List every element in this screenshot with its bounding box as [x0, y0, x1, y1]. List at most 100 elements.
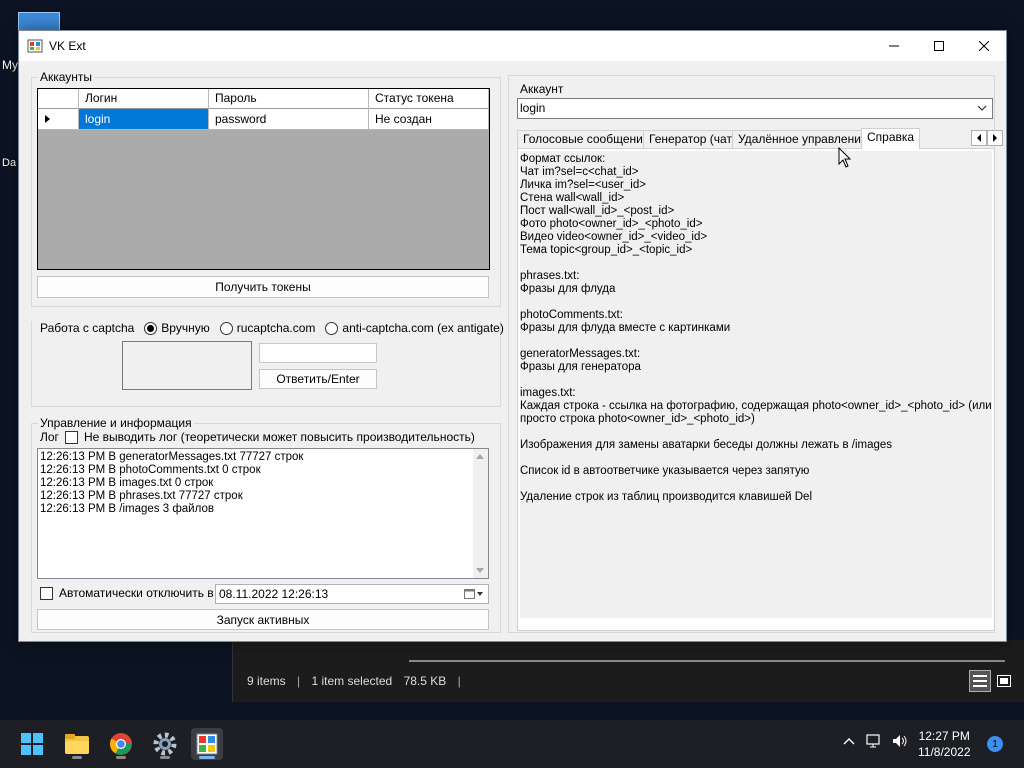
auto-off-row: Автоматически отключить в: [40, 586, 214, 600]
volume-icon[interactable]: [892, 734, 908, 748]
taskbar-vk-ext[interactable]: [191, 728, 223, 760]
captcha-mode-row: Работа с captcha Вручную rucaptcha.com a…: [40, 321, 504, 335]
clock-date: 11/8/2022: [918, 745, 971, 759]
app-icon: [27, 39, 43, 53]
log-options-row: Лог Не выводить лог (теоретически может …: [40, 430, 475, 444]
radio-anticaptcha-label[interactable]: anti-captcha.com (ex antigate): [342, 321, 503, 335]
row-header-corner: [38, 89, 79, 109]
tiles-view-icon[interactable]: [993, 670, 1015, 692]
minimize-button[interactable]: [871, 31, 917, 61]
captcha-image: [122, 341, 252, 390]
accounts-group-label: Аккаунты: [38, 70, 95, 84]
log-line: 12:26:13 PM В phrases.txt 77727 строк: [40, 490, 243, 502]
log-listbox[interactable]: 12:26:13 PM В generatorMessages.txt 7772…: [37, 448, 489, 579]
tab-voice-messages[interactable]: Голосовые сообщения: [517, 130, 656, 148]
cell-login[interactable]: login: [79, 109, 209, 130]
explorer-status-bar: 9 items | 1 item selected 78.5 KB |: [247, 674, 469, 688]
captcha-answer-input[interactable]: [259, 343, 377, 363]
details-view-icon[interactable]: [969, 670, 991, 692]
chrome-icon: [110, 733, 132, 755]
accounts-group: Аккаунты Логин Пароль Статус токена logi…: [31, 70, 501, 307]
auto-off-label[interactable]: Автоматически отключить в: [59, 586, 214, 600]
cell-password[interactable]: password: [209, 109, 369, 130]
radio-anticaptcha[interactable]: [325, 321, 339, 335]
radio-rucaptcha[interactable]: [219, 321, 233, 335]
vk-ext-app-icon: [196, 733, 218, 755]
selected-size: 78.5 KB: [403, 674, 447, 688]
maximize-icon: [934, 41, 944, 51]
calendar-dropdown-icon[interactable]: [462, 587, 486, 601]
running-indicator: [72, 756, 82, 759]
table-row[interactable]: login password Не создан: [38, 109, 489, 130]
get-tokens-button[interactable]: Получить токены: [37, 276, 489, 298]
vk-ext-window: VK Ext Аккаунты Логин Пароль Статус токе…: [18, 30, 1007, 642]
windows-logo-icon: [21, 733, 43, 755]
system-tray: [842, 734, 908, 748]
running-indicator: [116, 756, 126, 759]
no-log-checkbox[interactable]: [64, 430, 78, 444]
auto-off-checkbox[interactable]: [40, 586, 53, 600]
taskbar-clock[interactable]: 12:27 PM 11/8/2022: [918, 728, 971, 760]
control-group: Управление и информация Лог Не выводить …: [31, 416, 501, 633]
taskbar-file-explorer[interactable]: [61, 728, 93, 760]
row-selector[interactable]: [38, 109, 79, 130]
desktop-icon-label-2: Da: [2, 157, 17, 169]
run-active-button[interactable]: Запуск активных: [37, 609, 489, 630]
radio-manual[interactable]: [144, 321, 158, 335]
captcha-submit-button[interactable]: Ответить/Enter: [259, 369, 377, 389]
start-button[interactable]: [16, 728, 48, 760]
grid-header: Логин Пароль Статус токена: [38, 89, 489, 109]
taskbar-settings[interactable]: [149, 728, 181, 760]
chevron-down-icon: [977, 105, 987, 111]
auto-off-datetime-picker[interactable]: 08.11.2022 12:26:13: [215, 584, 489, 604]
column-header-password[interactable]: Пароль: [209, 89, 369, 109]
taskbar: 12:27 PM 11/8/2022 1: [0, 720, 1024, 768]
radio-rucaptcha-label[interactable]: rucaptcha.com: [237, 321, 316, 335]
clock-time: 12:27 PM: [918, 729, 970, 743]
log-label: Лог: [40, 430, 59, 444]
folder-icon: [65, 734, 89, 754]
column-header-login[interactable]: Логин: [79, 89, 209, 109]
row-pointer-icon: [45, 115, 50, 123]
tab-remote-control[interactable]: Удалённое управление: [732, 130, 874, 148]
window-title: VK Ext: [49, 39, 86, 53]
no-log-label[interactable]: Не выводить лог (теоретически может повы…: [84, 430, 475, 444]
control-group-label: Управление и информация: [38, 416, 194, 430]
scroll-down-icon[interactable]: [476, 568, 484, 573]
log-scrollbar[interactable]: [473, 449, 488, 578]
log-line: 12:26:13 PM В generatorMessages.txt 7772…: [40, 451, 304, 463]
captcha-label: Работа с captcha: [40, 321, 135, 335]
status-separator: |: [457, 674, 461, 688]
tab-scroll-left-icon[interactable]: [971, 130, 987, 146]
accounts-grid[interactable]: Логин Пароль Статус токена login passwor…: [37, 88, 490, 270]
gear-icon: [153, 732, 177, 756]
close-button[interactable]: [961, 31, 1007, 61]
chevron-up-icon[interactable]: [842, 734, 856, 748]
tab-scroll-right-icon[interactable]: [987, 130, 1003, 146]
taskbar-chrome[interactable]: [105, 728, 137, 760]
log-line: 12:26:13 PM В /images 3 файлов: [40, 503, 214, 515]
radio-manual-label[interactable]: Вручную: [161, 321, 209, 335]
minimize-icon: [889, 45, 899, 47]
account-select-value: login: [520, 101, 546, 115]
help-text: Формат ссылок: Чат im?sel=c<chat_id> Лич…: [520, 151, 992, 618]
cell-token-status[interactable]: Не создан: [369, 109, 489, 130]
maximize-button[interactable]: [916, 31, 962, 61]
explorer-scrollbar[interactable]: [409, 660, 1005, 662]
help-tab-page: Формат ссылок: Чат im?sel=c<chat_id> Лич…: [517, 148, 995, 631]
column-header-token-status[interactable]: Статус токена: [369, 89, 489, 109]
notification-badge[interactable]: 1: [987, 736, 1003, 752]
tab-generator-chat[interactable]: Генератор (чат): [643, 130, 742, 148]
title-bar[interactable]: VK Ext: [19, 31, 1006, 61]
scroll-up-icon[interactable]: [476, 454, 484, 459]
captcha-group: Работа с captcha Вручную rucaptcha.com a…: [31, 321, 504, 407]
desktop-icon-label: My: [2, 58, 18, 72]
account-label: Аккаунт: [520, 82, 564, 96]
desktop-icon[interactable]: [18, 12, 60, 32]
close-icon: [979, 41, 989, 51]
network-icon[interactable]: [866, 734, 882, 748]
tab-help[interactable]: Справка: [861, 128, 921, 149]
log-line: 12:26:13 PM В photoComments.txt 0 строк: [40, 464, 261, 476]
file-explorer-window: 9 items | 1 item selected 78.5 KB |: [232, 640, 1024, 702]
account-select[interactable]: login: [517, 98, 993, 119]
